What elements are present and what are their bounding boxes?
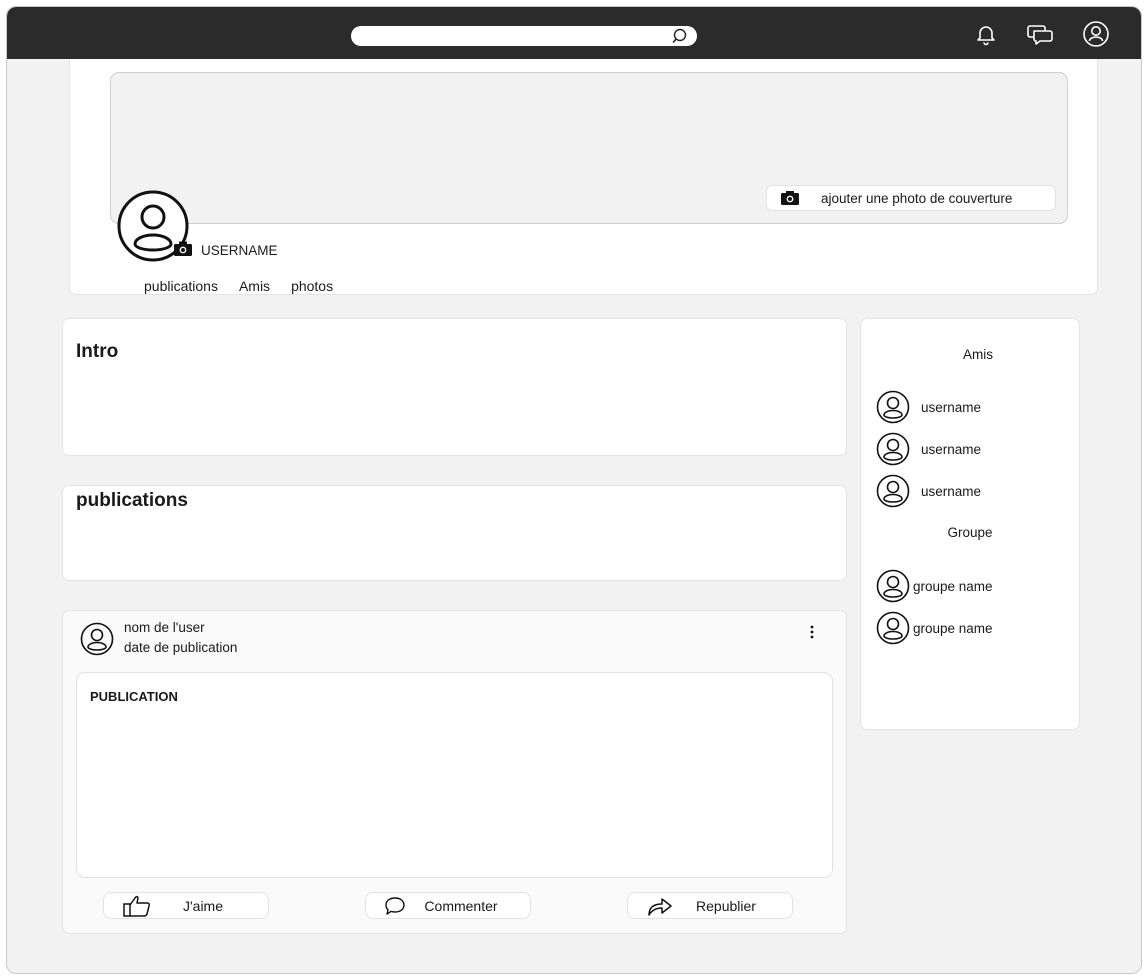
friend-avatar-icon	[876, 390, 910, 424]
friend-name: username	[921, 399, 982, 415]
group-item[interactable]: groupe name	[876, 569, 993, 603]
post-author-name[interactable]: nom de l'user	[124, 620, 205, 635]
group-avatar-icon	[876, 569, 910, 603]
search-icon[interactable]	[671, 27, 689, 45]
friend-name: username	[921, 441, 982, 457]
messages-button[interactable]	[1025, 19, 1055, 49]
bell-icon	[977, 26, 995, 46]
profile-username: USERNAME	[201, 243, 278, 258]
share-label: Republier	[696, 897, 756, 914]
friend-item[interactable]: username	[876, 432, 981, 466]
post-card: nom de l'user date de publication PUBLIC…	[62, 610, 847, 934]
group-item[interactable]: groupe name	[876, 611, 993, 645]
profile-header-card: ajouter une photo de couverture USERNAME…	[69, 59, 1098, 295]
tab-publications[interactable]: publications	[144, 278, 218, 294]
post-content: PUBLICATION	[76, 672, 833, 878]
group-name: groupe name	[913, 620, 993, 636]
cover-photo[interactable]: ajouter une photo de couverture	[110, 72, 1068, 224]
add-cover-photo-button[interactable]: ajouter une photo de couverture	[766, 185, 1056, 211]
friends-title: Amis	[963, 347, 993, 362]
thumbs-up-icon	[123, 895, 150, 917]
share-arrow-icon	[648, 897, 672, 916]
add-cover-photo-label: ajouter une photo de couverture	[821, 190, 1013, 206]
group-name: groupe name	[913, 578, 993, 594]
share-button[interactable]: Republier	[627, 892, 793, 919]
group-avatar-icon	[876, 611, 910, 645]
comment-label: Commenter	[424, 897, 498, 914]
tab-amis[interactable]: Amis	[239, 278, 270, 294]
publications-card: publications	[62, 485, 847, 581]
friend-avatar-icon	[876, 474, 910, 508]
publications-title: publications	[76, 490, 188, 511]
like-button[interactable]: J'aime	[103, 892, 269, 919]
more-options-icon[interactable]	[807, 624, 817, 640]
change-avatar-camera-icon[interactable]	[174, 241, 192, 256]
camera-icon	[781, 191, 799, 205]
groups-title: Groupe	[947, 525, 993, 540]
intro-title: Intro	[76, 341, 119, 362]
intro-card: Intro	[62, 318, 847, 456]
friend-item[interactable]: username	[876, 390, 981, 424]
chat-icon	[1027, 25, 1053, 45]
friend-item[interactable]: username	[876, 474, 981, 508]
post-content-title: PUBLICATION	[90, 689, 178, 704]
profile-tabs: publications Amis photos	[144, 278, 333, 294]
comment-icon	[385, 896, 405, 915]
notifications-button[interactable]	[971, 19, 1001, 49]
friends-groups-sidebar: Amis username username username Groupe g…	[860, 318, 1080, 730]
user-icon	[1083, 21, 1109, 47]
app-window: ajouter une photo de couverture USERNAME…	[6, 6, 1142, 974]
friend-avatar-icon	[876, 432, 910, 466]
post-date: date de publication	[124, 640, 238, 655]
post-author-avatar-icon[interactable]	[80, 622, 114, 656]
comment-button[interactable]: Commenter	[365, 892, 531, 919]
tab-photos[interactable]: photos	[291, 278, 333, 294]
like-label: J'aime	[182, 897, 224, 914]
profile-menu-button[interactable]	[1081, 19, 1111, 49]
search-bar[interactable]	[351, 26, 697, 46]
top-navigation-bar	[7, 7, 1141, 59]
friend-name: username	[921, 483, 982, 499]
